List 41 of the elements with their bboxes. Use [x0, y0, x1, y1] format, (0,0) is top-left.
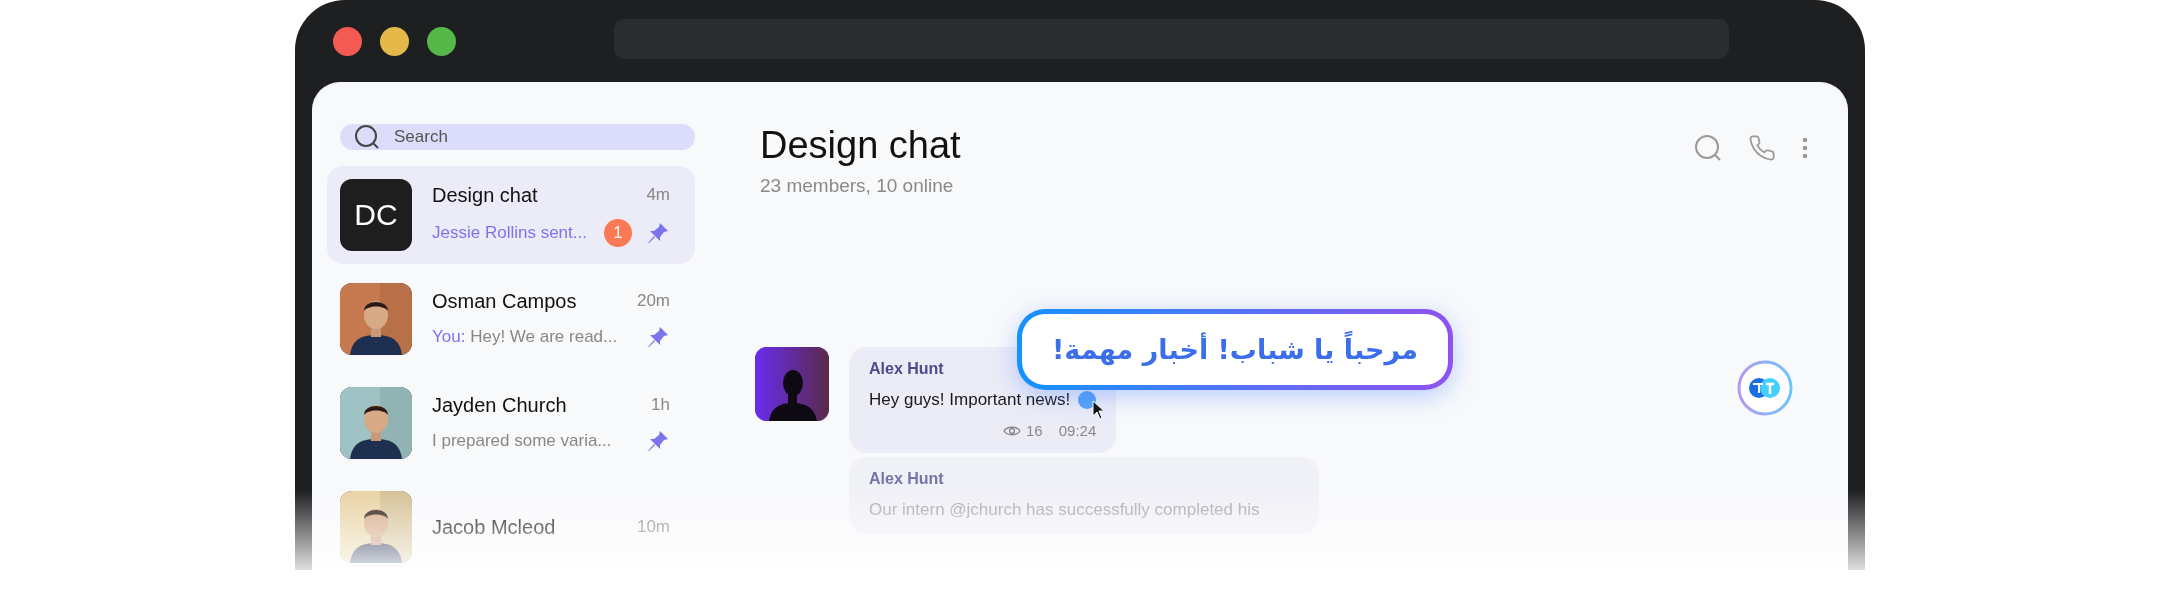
- chat-preview: I prepared some varia...: [432, 430, 612, 451]
- view-count: 16: [1003, 422, 1043, 439]
- chat-item[interactable]: DC Design chat 4m Jessie Rollins sent... 1: [327, 166, 695, 264]
- chat-time: 10m: [636, 517, 670, 537]
- search-icon[interactable]: [1694, 134, 1722, 162]
- search-field[interactable]: Search: [340, 124, 695, 150]
- close-window-button[interactable]: [333, 26, 362, 56]
- pin-icon[interactable]: [646, 324, 670, 349]
- chat-subtitle: 23 members, 10 online: [760, 175, 955, 197]
- chat-name: Osman Campos: [432, 289, 577, 313]
- more-icon[interactable]: [1802, 137, 1808, 159]
- maximize-window-button[interactable]: [427, 26, 456, 56]
- chat-time: 1h: [651, 395, 670, 415]
- chat-item[interactable]: Jayden Church 1h I prepared some varia...: [327, 374, 695, 472]
- message-author: Alex Hunt: [869, 360, 945, 378]
- chat-preview: Jessie Rollins sent...: [432, 222, 587, 243]
- minimize-window-button[interactable]: [380, 26, 409, 56]
- message-author: Alex Hunt: [869, 470, 945, 488]
- pin-icon[interactable]: [646, 428, 670, 453]
- chat-title: Design chat: [760, 124, 961, 167]
- chat-time: 4m: [646, 185, 670, 205]
- search-icon: [354, 124, 380, 150]
- cursor-icon: [1092, 400, 1107, 420]
- message-text: Hey guys! Important news!: [869, 390, 1071, 410]
- search-input[interactable]: Search: [392, 126, 681, 148]
- chat-item[interactable]: Jacob Mcleod 10m: [327, 478, 695, 570]
- message-text: Our intern @jchurch has successfully completed his: [869, 500, 1260, 520]
- unread-badge: 1: [604, 218, 632, 247]
- chat-name: Jacob Mcleod: [432, 515, 556, 539]
- translator-icon[interactable]: [1737, 360, 1793, 416]
- eye-icon: [1003, 424, 1022, 437]
- chat-name: Jayden Church: [432, 393, 567, 417]
- chat-name: Design chat: [432, 183, 538, 207]
- message-time: 09:24: [1058, 422, 1097, 439]
- chat-item[interactable]: Osman Campos 20m You: Hey! We are read...: [327, 270, 695, 368]
- pin-icon[interactable]: [646, 220, 670, 245]
- phone-icon[interactable]: [1748, 134, 1776, 162]
- chat-preview: You: Hey! We are read...: [432, 326, 618, 347]
- chat-time: 20m: [636, 291, 670, 311]
- translate-dot-icon[interactable]: [1078, 391, 1097, 409]
- chat-avatar: DC: [340, 179, 412, 251]
